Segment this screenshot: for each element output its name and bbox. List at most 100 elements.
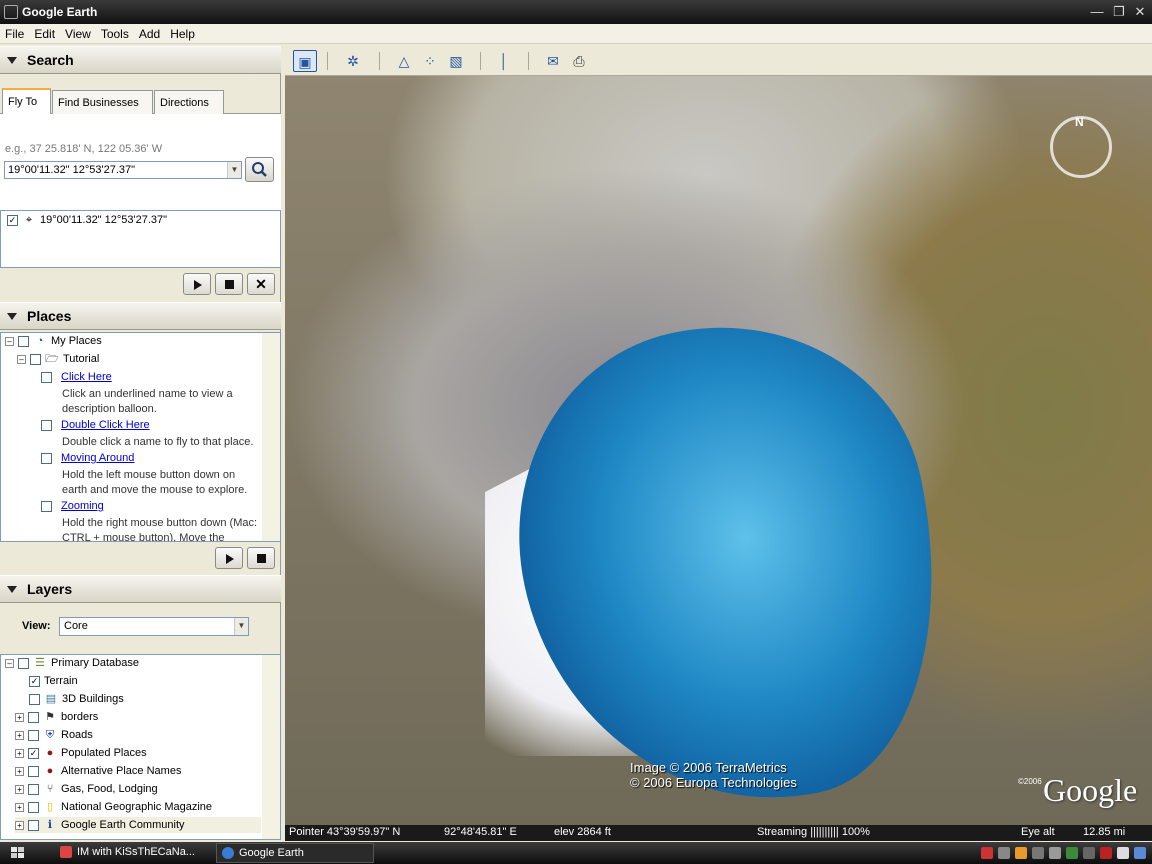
tab-find-businesses[interactable]: Find Businesses [52, 90, 153, 114]
taskbar-item-im[interactable]: IM with KiSsThECaNa... [55, 843, 213, 863]
print-button[interactable]: ⎙ [567, 50, 591, 72]
tab-directions[interactable]: Directions [154, 90, 224, 114]
menu-file[interactable]: File [0, 27, 29, 41]
search-panel-header[interactable]: Search [0, 46, 281, 74]
close-icon[interactable]: ✕ [1131, 3, 1149, 21]
layer-checkbox[interactable] [18, 657, 29, 669]
layer-item[interactable]: + ● Alternative Place Names [15, 763, 181, 779]
collapse-triangle-icon[interactable] [7, 56, 17, 64]
moving-around-link[interactable]: Moving Around [61, 452, 134, 464]
add-overlay-button[interactable]: ▧ [444, 50, 468, 72]
layer-checkbox[interactable] [28, 819, 39, 831]
layer-checkbox[interactable] [29, 693, 40, 705]
stop-tour-button[interactable] [215, 273, 243, 295]
expand-toggle-icon[interactable]: + [15, 802, 24, 812]
expand-toggle-icon[interactable]: + [15, 712, 24, 722]
start-button[interactable] [0, 842, 50, 864]
result-checkbox[interactable]: ✓ [7, 214, 18, 226]
layer-item[interactable]: ✓ Terrain [29, 673, 78, 689]
search-button[interactable] [245, 157, 274, 182]
tray-icon[interactable] [1083, 847, 1095, 859]
expand-toggle-icon[interactable]: + [15, 820, 24, 830]
item-checkbox[interactable] [41, 452, 52, 464]
collapse-triangle-icon[interactable] [7, 585, 17, 593]
layer-item[interactable]: + ⛨ Roads [15, 727, 93, 743]
layer-item[interactable]: + ⚑ borders [15, 709, 98, 725]
tray-icon[interactable] [1015, 847, 1027, 859]
zooming-link[interactable]: Zooming [61, 500, 104, 512]
menu-tools[interactable]: Tools [96, 27, 134, 41]
layers-scrollbar[interactable] [262, 655, 280, 839]
play-tour-button[interactable] [183, 273, 211, 295]
expand-toggle-icon[interactable]: – [5, 658, 14, 668]
tree-item-my-places[interactable]: – ◔ My Places [5, 333, 102, 349]
places-scrollbar[interactable] [262, 333, 280, 541]
expand-toggle-icon[interactable]: + [15, 784, 24, 794]
layer-checkbox[interactable]: ✓ [28, 747, 39, 759]
menu-help[interactable]: Help [165, 27, 200, 41]
navigation-compass[interactable]: N [1050, 115, 1112, 178]
my-places-checkbox[interactable] [18, 335, 29, 347]
sidebar-toggle-button[interactable]: ▣ [293, 50, 317, 72]
item-checkbox[interactable] [41, 371, 52, 383]
menu-add[interactable]: Add [134, 27, 165, 41]
restore-icon[interactable]: ❐ [1110, 3, 1128, 21]
tab-fly-to[interactable]: Fly To [2, 88, 51, 114]
layers-panel-header[interactable]: Layers [0, 575, 281, 603]
item-checkbox[interactable] [41, 419, 52, 431]
layer-checkbox[interactable] [28, 783, 39, 795]
tree-item-click-here[interactable]: Click Here [41, 369, 112, 385]
item-checkbox[interactable] [41, 500, 52, 512]
double-click-here-link[interactable]: Double Click Here [61, 419, 150, 431]
tree-item-zooming[interactable]: Zooming [41, 498, 104, 514]
tree-item-double-click-here[interactable]: Double Click Here [41, 417, 150, 433]
dropdown-arrow-icon[interactable]: ▼ [227, 162, 241, 178]
layer-item[interactable]: + ⑂ Gas, Food, Lodging [15, 781, 158, 797]
clear-results-button[interactable]: ✕ [247, 273, 275, 295]
stop-places-button[interactable] [247, 547, 275, 569]
layer-item[interactable]: ▤ 3D Buildings [29, 691, 124, 707]
tray-icon[interactable] [1100, 847, 1112, 859]
minimize-icon[interactable]: — [1088, 3, 1106, 21]
ruler-button[interactable]: │ [492, 50, 516, 72]
layer-item[interactable]: + ✓ ● Populated Places [15, 745, 147, 761]
view-select[interactable]: Core ▼ [59, 617, 249, 636]
expand-toggle-icon[interactable]: + [15, 766, 24, 776]
tree-item-moving-around[interactable]: Moving Around [41, 450, 134, 466]
tray-icon[interactable] [1032, 847, 1044, 859]
tray-icon[interactable] [1049, 847, 1061, 859]
menu-edit[interactable]: Edit [29, 27, 60, 41]
tray-icon[interactable] [981, 847, 993, 859]
tree-item-tutorial[interactable]: – 🗁 Tutorial [17, 351, 99, 367]
tutorial-checkbox[interactable] [30, 353, 41, 365]
expand-toggle-icon[interactable]: + [15, 748, 24, 758]
dropdown-arrow-icon[interactable]: ▼ [234, 618, 248, 635]
menu-view[interactable]: View [60, 27, 96, 41]
email-button[interactable]: ✉ [541, 50, 565, 72]
layer-item[interactable]: + ℹ Google Earth Community [15, 817, 261, 833]
collapse-triangle-icon[interactable] [7, 312, 17, 320]
layer-item[interactable]: + ▯ National Geographic Magazine [15, 799, 212, 815]
tray-icon[interactable] [1066, 847, 1078, 859]
expand-toggle-icon[interactable]: + [15, 730, 24, 740]
layer-item[interactable]: – ☰ Primary Database [5, 655, 139, 671]
collapse-toggle-icon[interactable]: – [5, 336, 14, 346]
collapse-toggle-icon[interactable]: – [17, 354, 26, 364]
layer-checkbox[interactable] [28, 729, 39, 741]
list-item[interactable]: ✓ ⌖ 19°00'11.32" 12°53'27.37" [7, 212, 167, 228]
layer-checkbox[interactable] [28, 711, 39, 723]
play-places-button[interactable] [215, 547, 243, 569]
click-here-link[interactable]: Click Here [61, 371, 112, 383]
tray-icon[interactable] [998, 847, 1010, 859]
places-panel-header[interactable]: Places [0, 302, 281, 330]
taskbar-item-google-earth[interactable]: Google Earth [216, 843, 374, 863]
add-path-button[interactable]: ⁘ [418, 50, 442, 72]
tray-icon[interactable] [1134, 847, 1146, 859]
earth-view[interactable]: N Image © 2006 TerraMetrics © 2006 Europ… [285, 76, 1152, 825]
layer-checkbox[interactable]: ✓ [29, 675, 40, 687]
fly-to-input[interactable]: 19°00'11.32" 12°53'27.37" ▼ [4, 161, 242, 179]
layer-checkbox[interactable] [28, 765, 39, 777]
layer-checkbox[interactable] [28, 801, 39, 813]
tray-icon[interactable] [1117, 847, 1129, 859]
add-placemark-button[interactable]: ✲ [341, 50, 365, 72]
